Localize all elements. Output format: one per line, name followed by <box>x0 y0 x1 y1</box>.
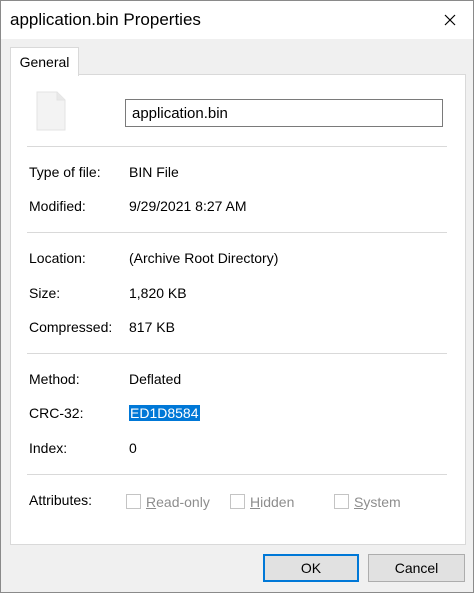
crc-label: CRC-32: <box>29 405 84 421</box>
system-label: System <box>354 494 401 510</box>
title-bar: application.bin Properties <box>1 1 473 39</box>
properties-dialog: application.bin Properties General Type … <box>0 0 474 593</box>
hidden-checkbox[interactable] <box>230 494 245 509</box>
close-button[interactable] <box>427 1 473 39</box>
cancel-button[interactable]: Cancel <box>368 554 465 582</box>
separator <box>27 353 447 354</box>
system-checkbox[interactable] <box>334 494 349 509</box>
read-only-checkbox[interactable] <box>126 494 141 509</box>
ok-button[interactable]: OK <box>263 554 359 582</box>
size-value: 1,820 KB <box>129 285 187 301</box>
window-title: application.bin Properties <box>10 10 201 29</box>
method-value: Deflated <box>129 371 182 387</box>
close-icon <box>444 14 456 26</box>
location-label: Location: <box>29 250 86 266</box>
separator <box>27 474 447 475</box>
separator <box>27 232 447 233</box>
file-icon <box>36 91 66 131</box>
size-label: Size: <box>29 285 61 301</box>
compressed-value: 817 KB <box>129 319 175 335</box>
method-label: Method: <box>29 371 80 387</box>
tab-general[interactable]: General <box>10 47 79 76</box>
separator <box>27 146 447 147</box>
index-label: Index: <box>29 440 68 456</box>
index-value: 0 <box>129 440 137 456</box>
general-panel: Type of file: BIN File Modified: 9/29/20… <box>10 74 466 545</box>
hidden-label: Hidden <box>250 494 295 510</box>
attributes-label: Attributes: <box>29 492 93 508</box>
file-name-input[interactable] <box>125 99 443 127</box>
type-value: BIN File <box>129 164 179 180</box>
location-value: (Archive Root Directory) <box>129 250 279 266</box>
crc-value[interactable]: ED1D8584 <box>129 405 200 421</box>
type-label: Type of file: <box>29 164 101 180</box>
modified-value: 9/29/2021 8:27 AM <box>129 198 247 214</box>
read-only-label: Read-only <box>146 494 210 510</box>
modified-label: Modified: <box>29 198 86 214</box>
compressed-label: Compressed: <box>29 319 113 335</box>
